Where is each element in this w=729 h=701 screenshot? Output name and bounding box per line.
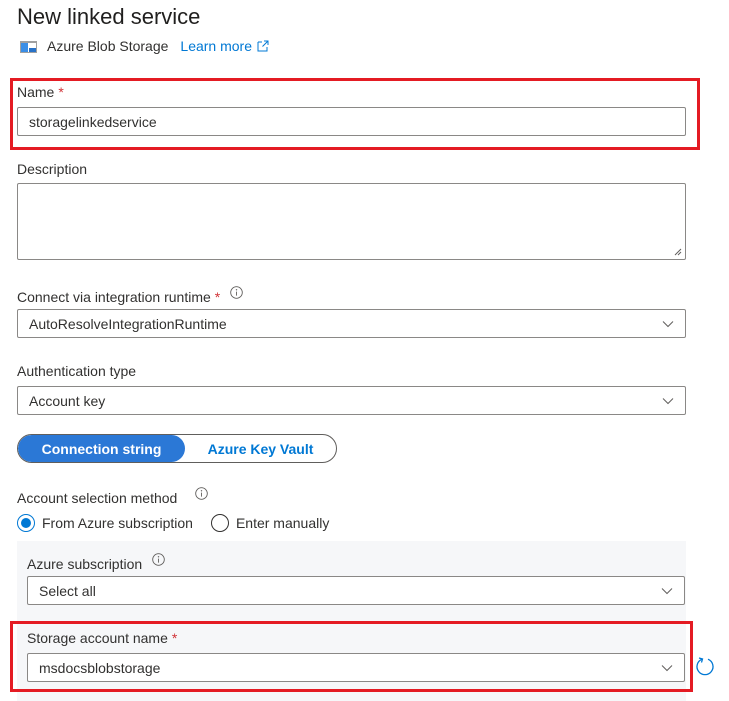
integration-runtime-label: Connect via integration runtime * [17, 286, 243, 305]
account-selection-label: Account selection method [17, 487, 208, 506]
radio-enter-manually[interactable] [210, 514, 229, 532]
chevron-down-icon [662, 320, 674, 327]
required-mark: * [171, 630, 178, 646]
radio-label-from-azure-subscription[interactable]: From Azure subscription [42, 515, 193, 531]
learn-more-link[interactable]: Learn more [180, 38, 269, 54]
azure-subscription-value: Select all [39, 582, 96, 599]
description-textarea[interactable] [17, 183, 686, 260]
name-label-text: Name [17, 84, 55, 100]
info-icon[interactable] [195, 487, 208, 500]
authentication-type-label: Authentication type [17, 363, 137, 379]
azure-subscription-label: Azure subscription [27, 553, 165, 572]
name-label: Name * [17, 84, 64, 100]
authentication-type-value: Account key [29, 392, 106, 409]
name-input-value: storagelinkedservice [29, 113, 157, 130]
connection-type-toggle: Connection string Azure Key Vault [17, 434, 337, 463]
storage-account-label: Storage account name * [27, 630, 177, 646]
required-mark: * [58, 84, 64, 100]
account-selection-radio-group: From Azure subscription Enter manually [17, 514, 329, 532]
azure-subscription-dropdown[interactable]: Select all [27, 576, 685, 605]
radio-from-azure-subscription[interactable] [17, 514, 35, 532]
authentication-type-dropdown[interactable]: Account key [17, 386, 686, 415]
chevron-down-icon [661, 587, 673, 594]
integration-runtime-label-text: Connect via integration runtime [17, 289, 211, 305]
page-title: New linked service [17, 4, 201, 29]
name-input[interactable]: storagelinkedservice [17, 107, 686, 136]
service-type-row: Azure Blob Storage Learn more [20, 38, 269, 54]
service-type-label: Azure Blob Storage [47, 38, 169, 54]
toggle-connection-string[interactable]: Connection string [18, 435, 185, 462]
info-icon[interactable] [230, 286, 243, 299]
chevron-down-icon [661, 664, 673, 671]
blob-storage-icon [20, 40, 37, 53]
integration-runtime-value: AutoResolveIntegrationRuntime [29, 315, 227, 332]
storage-account-label-text: Storage account name [27, 630, 168, 646]
required-mark: * [214, 289, 221, 305]
integration-runtime-dropdown[interactable]: AutoResolveIntegrationRuntime [17, 309, 686, 338]
account-selection-label-text: Account selection method [17, 490, 178, 506]
description-label: Description [17, 161, 88, 177]
storage-account-dropdown[interactable]: msdocsblobstorage [27, 653, 685, 682]
storage-account-value: msdocsblobstorage [39, 659, 161, 676]
azure-subscription-label-text: Azure subscription [27, 556, 143, 572]
resize-handle-icon[interactable] [674, 248, 682, 256]
toggle-azure-key-vault[interactable]: Azure Key Vault [185, 435, 336, 462]
chevron-down-icon [662, 397, 674, 404]
external-link-icon [257, 40, 269, 52]
learn-more-label: Learn more [180, 38, 252, 54]
radio-label-enter-manually[interactable]: Enter manually [236, 515, 329, 531]
refresh-icon[interactable] [695, 656, 715, 676]
info-icon[interactable] [152, 553, 165, 566]
